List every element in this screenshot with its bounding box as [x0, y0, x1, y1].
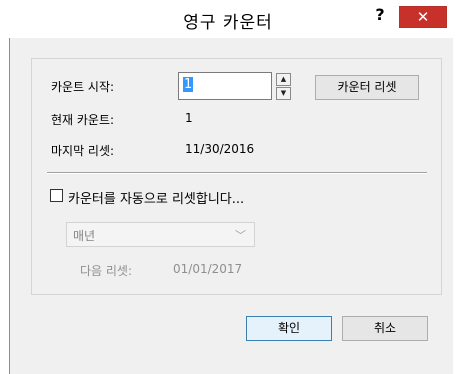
- counter-start-input[interactable]: 1: [178, 72, 272, 100]
- help-button[interactable]: ?: [370, 6, 390, 26]
- chevron-down-icon: ﹀: [235, 229, 246, 242]
- auto-reset-checkbox-label[interactable]: 카운터를 자동으로 리셋합니다...: [68, 188, 244, 207]
- counter-start-label: 카운트 시작:: [51, 80, 115, 94]
- last-reset-value: 11/30/2016: [185, 142, 255, 156]
- spin-down-arrow-icon[interactable]: ▼: [276, 87, 291, 100]
- reset-counter-button[interactable]: 카운터 리셋: [315, 75, 419, 100]
- reset-frequency-value: 매년: [73, 229, 96, 243]
- spin-up-arrow-icon[interactable]: ▲: [276, 73, 291, 86]
- close-button[interactable]: ✕: [399, 6, 447, 28]
- auto-reset-checkbox[interactable]: [50, 189, 63, 202]
- ok-button[interactable]: 확인: [246, 316, 332, 341]
- dialog-window: 영구 카운터 ? ✕ 카운트 시작: 1 ▲ ▼ 카운터 리셋 현재 카운트: …: [0, 0, 456, 374]
- group-divider: [47, 172, 427, 174]
- current-count-label: 현재 카운트:: [51, 113, 115, 127]
- last-reset-label: 마지막 리셋:: [51, 144, 115, 158]
- cancel-button[interactable]: 취소: [342, 316, 428, 341]
- current-count-value: 1: [185, 111, 193, 125]
- counter-start-value: 1: [183, 77, 194, 92]
- next-reset-label: 다음 리셋:: [80, 264, 133, 278]
- reset-frequency-dropdown[interactable]: 매년 ﹀: [66, 222, 255, 247]
- next-reset-value: 01/01/2017: [173, 262, 243, 276]
